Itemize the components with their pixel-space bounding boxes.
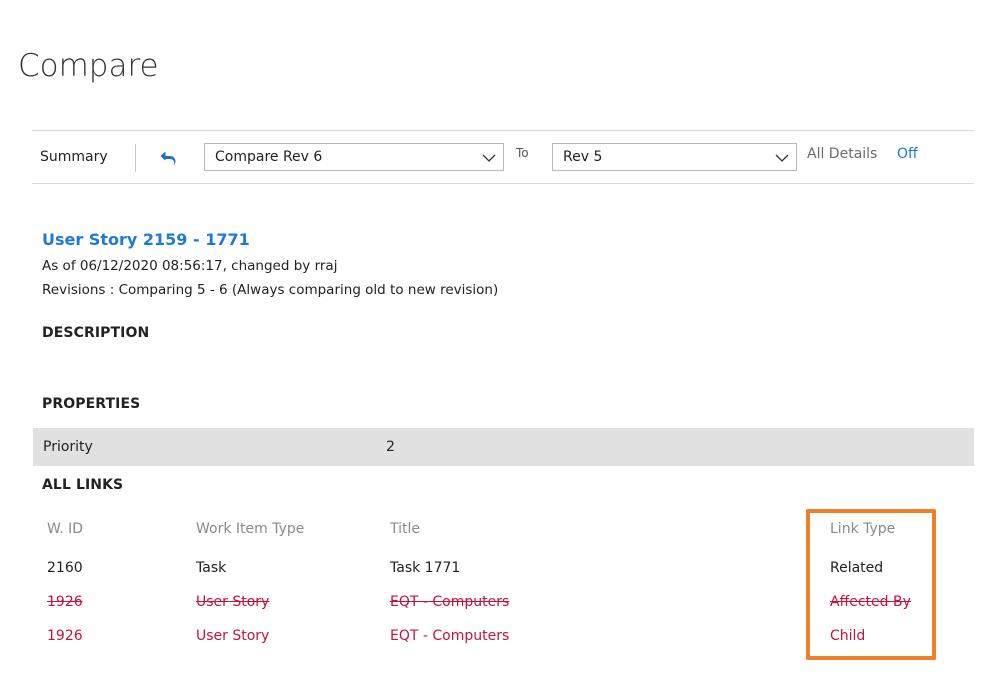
compare-revision-select[interactable]: Compare Rev 6 [204, 143, 504, 171]
link-row-3-wid[interactable]: 1926 [47, 628, 83, 644]
column-header-wid: W. ID [47, 521, 84, 537]
toolbar: Summary Compare Rev 6 To Rev 5 All Detai… [40, 140, 970, 178]
property-row-priority: Priority 2 [33, 428, 974, 466]
property-name: Priority [43, 439, 93, 455]
compare-revision-value: Compare Rev 6 [215, 149, 323, 165]
chevron-down-icon [775, 154, 789, 162]
toolbar-top-divider [32, 130, 974, 131]
to-revision-select[interactable]: Rev 5 [552, 143, 797, 171]
link-row-3-title[interactable]: EQT - Computers [390, 628, 509, 644]
all-links-heading: ALL LINKS [42, 477, 124, 493]
toolbar-separator [135, 144, 136, 172]
column-header-work-item-type: Work Item Type [196, 521, 305, 537]
link-row-1-title[interactable]: Task 1771 [390, 560, 460, 576]
link-row-2-title[interactable]: EQT - Computers [390, 594, 509, 610]
all-details-toggle[interactable]: Off [897, 146, 918, 162]
link-row-2-type: User Story [196, 594, 270, 610]
to-label: To [516, 146, 529, 160]
toolbar-bottom-divider [32, 183, 974, 184]
work-item-as-of: As of 06/12/2020 08:56:17, changed by rr… [42, 258, 338, 274]
work-item-revisions: Revisions : Comparing 5 - 6 (Always comp… [42, 282, 499, 298]
link-row-3-type: User Story [196, 628, 270, 644]
property-value: 2 [386, 439, 395, 455]
properties-heading: PROPERTIES [42, 396, 141, 412]
description-heading: DESCRIPTION [42, 325, 150, 341]
link-row-1-wid[interactable]: 2160 [47, 560, 83, 576]
chevron-down-icon [482, 154, 496, 162]
summary-tab[interactable]: Summary [40, 149, 108, 165]
to-revision-value: Rev 5 [563, 149, 603, 165]
link-type-highlight-box [806, 509, 936, 660]
column-header-title: Title [390, 521, 421, 537]
link-row-2-wid[interactable]: 1926 [47, 594, 83, 610]
link-row-1-type: Task [196, 560, 227, 576]
undo-icon[interactable] [159, 148, 179, 168]
all-details-label: All Details [807, 146, 878, 162]
work-item-title-link[interactable]: User Story 2159 - 1771 [42, 230, 250, 249]
page-title: Compare [18, 48, 159, 84]
